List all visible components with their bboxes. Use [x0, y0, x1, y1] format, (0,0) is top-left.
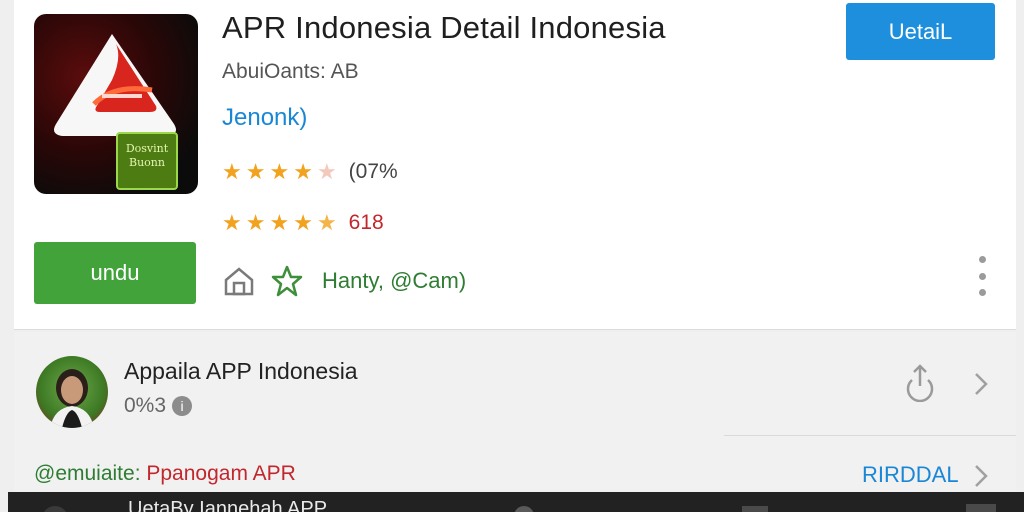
app-detail-screen: Dosvint Buonn APR Indonesia Detail Indon…: [0, 0, 1024, 512]
bottom-bar-avatar[interactable]: [42, 506, 68, 512]
app-icon: Dosvint Buonn: [34, 14, 198, 194]
star-full-icon: ★: [293, 159, 313, 184]
meta-text: Hanty, @Cam): [322, 268, 467, 293]
star-half-icon: ★: [316, 210, 337, 235]
star-empty-icon: ★: [316, 159, 337, 184]
footer-link[interactable]: RIRDDAL: [862, 462, 959, 488]
icon-badge: Dosvint Buonn: [116, 132, 178, 190]
bottom-bar: UetaBy Iannehah APP: [8, 492, 1024, 512]
star-full-icon: ★: [269, 210, 290, 235]
publisher-avatar[interactable]: [36, 356, 108, 428]
icon-badge-line2: Buonn: [129, 156, 165, 169]
star-full-icon: ★: [293, 210, 313, 235]
publisher-name[interactable]: Appaila APP Indonesia: [124, 358, 358, 385]
meta-row: Hanty, @Cam): [222, 264, 466, 298]
developer-name[interactable]: AbuiOants: AB: [222, 60, 359, 84]
bottom-bar-square-icon[interactable]: [742, 506, 768, 512]
star-full-icon: ★: [245, 159, 266, 184]
rating-2-text: 618: [348, 211, 384, 234]
detail-button[interactable]: UetaiL: [846, 3, 995, 60]
footer-label: @emuiaite:: [34, 462, 141, 485]
share-icon[interactable]: [900, 362, 940, 402]
star-full-icon: ★: [222, 159, 242, 184]
app-title: APR Indonesia Detail Indonesia: [222, 10, 666, 45]
bottom-bar-circle-icon[interactable]: [514, 506, 534, 512]
footer-program: @emuiaite: Ppanogam APR: [34, 462, 296, 486]
publisher-count-text: 0%3: [124, 394, 167, 417]
install-button[interactable]: undu: [34, 242, 196, 304]
star-full-icon: ★: [222, 210, 242, 235]
divider: [724, 435, 1016, 436]
rating-1-text: (07%: [348, 160, 398, 183]
bottom-bar-text: UetaBy Iannehah APP: [128, 498, 328, 512]
star-full-icon: ★: [245, 210, 266, 235]
publisher-count: 0%3 i: [124, 394, 193, 418]
info-icon[interactable]: i: [172, 396, 193, 416]
app-category-link[interactable]: Jenonk): [222, 104, 307, 132]
more-vert-icon[interactable]: [972, 256, 992, 296]
bottom-bar-square-icon[interactable]: [966, 504, 996, 512]
chevron-right-icon[interactable]: [970, 462, 990, 490]
star-outline-icon[interactable]: [270, 264, 304, 298]
chevron-right-icon[interactable]: [970, 370, 990, 398]
rating-row-1: ★ ★ ★ ★ ★ (07%: [222, 160, 398, 184]
star-full-icon: ★: [269, 159, 290, 184]
icon-badge-line1: Dosvint: [125, 142, 169, 155]
footer-value: Ppanogam APR: [146, 462, 296, 485]
rating-row-2: ★ ★ ★ ★ ★ 618: [222, 211, 384, 235]
house-icon[interactable]: [222, 264, 256, 298]
